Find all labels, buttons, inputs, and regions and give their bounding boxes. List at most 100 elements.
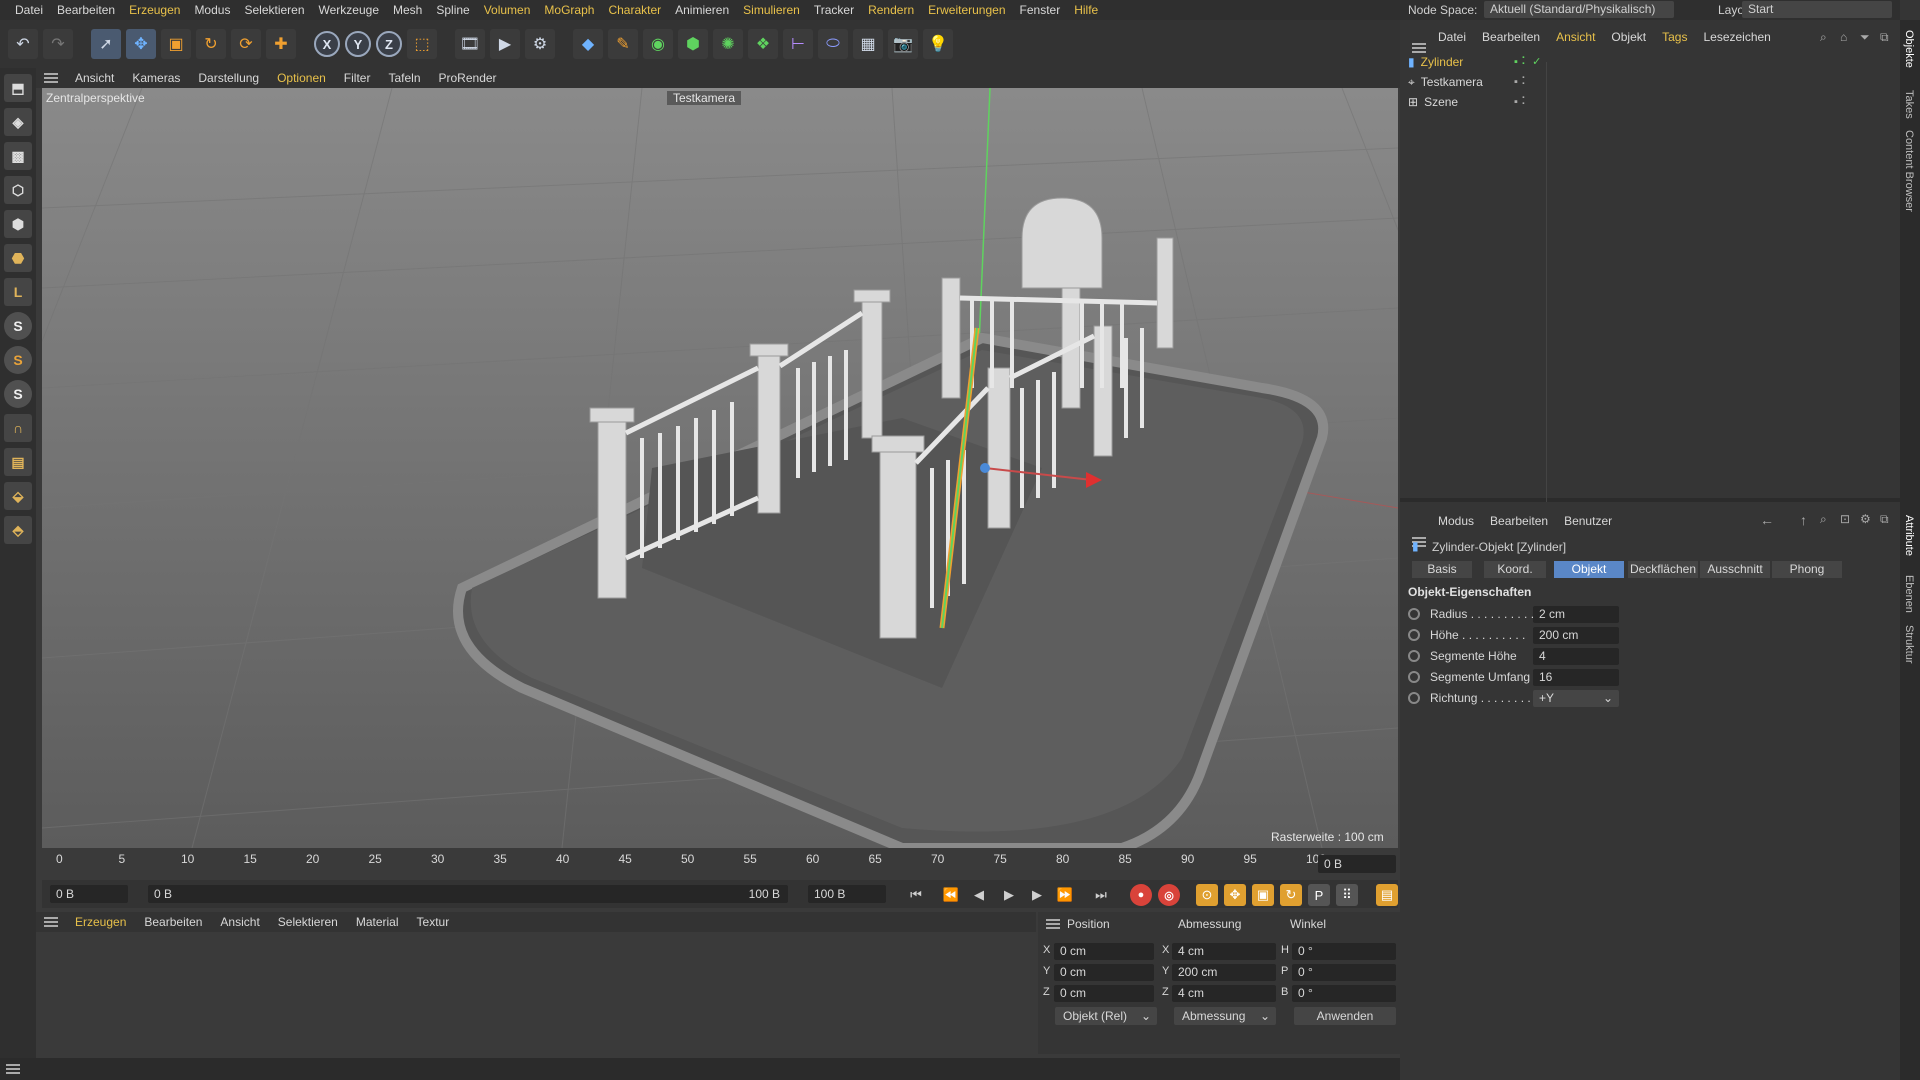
keyframe-selection-icon[interactable]: ⊙ [1196,884,1218,906]
size-z-field[interactable]: 4 cm [1172,985,1276,1002]
select-tool-icon[interactable]: ➚ [91,29,121,59]
rotate-tool-icon[interactable]: ↻ [196,29,226,59]
mat-menu-textur[interactable]: Textur [408,915,459,929]
vp-menu-filter[interactable]: Filter [335,71,380,85]
goto-end-icon[interactable]: ⏭ [1090,884,1112,906]
vp-menu-prorender[interactable]: ProRender [430,71,506,85]
material-menu-icon[interactable] [44,917,58,927]
axis-mode-icon[interactable]: L [4,278,32,306]
prev-frame-icon[interactable]: ◀ [968,884,990,906]
settings-icon[interactable]: ⚙ [1860,512,1871,526]
search-icon[interactable]: ⌕ [1820,30,1827,45]
obj-menu-objekt[interactable]: Objekt [1603,30,1654,44]
spline-icon[interactable]: ⬭ [818,29,848,59]
tab-koord[interactable]: Koord. [1484,561,1546,578]
menu-selektieren[interactable]: Selektieren [237,3,311,17]
pen-icon[interactable]: ✎ [608,29,638,59]
radius-field[interactable]: 2 cm [1533,606,1619,623]
node-space-dropdown[interactable]: Aktuell (Standard/Physikalisch) [1484,1,1674,18]
subdivision-icon[interactable]: ◉ [643,29,673,59]
polygon-mode-icon[interactable]: ⬣ [4,244,32,272]
deformer-icon[interactable]: ❖ [748,29,778,59]
cube-icon[interactable]: ◆ [573,29,603,59]
x-axis-lock-icon[interactable]: X [314,31,340,57]
autokey-icon[interactable]: ◎ [1158,884,1180,906]
menu-animieren[interactable]: Animieren [668,3,736,17]
solo-single-icon[interactable]: S [4,346,32,374]
orientation-anim-icon[interactable] [1408,692,1420,704]
coordinate-system-icon[interactable]: ⬚ [407,29,437,59]
menu-erweiterungen[interactable]: Erweiterungen [921,3,1012,17]
tab-basis[interactable]: Basis [1412,561,1472,578]
obj-menu-datei[interactable]: Datei [1430,30,1474,44]
filter-icon[interactable]: ⏷ [1860,30,1870,45]
menu-hilfe[interactable]: Hilfe [1067,3,1105,17]
back-arrow-icon[interactable]: ← [1760,512,1774,528]
render-view-icon[interactable]: ▶ [490,29,520,59]
menu-erzeugen[interactable]: Erzeugen [122,3,187,17]
play-icon[interactable]: ▶ [998,884,1020,906]
render-region-icon[interactable]: 🎞 [455,29,485,59]
cloner-icon[interactable]: ✺ [713,29,743,59]
material-area[interactable] [36,932,1036,1054]
light-icon[interactable]: 💡 [923,29,953,59]
orientation-dropdown[interactable]: +Y ⌄ [1533,690,1619,707]
height-anim-icon[interactable] [1408,629,1420,641]
attr-menu-bearbeiten[interactable]: Bearbeiten [1482,514,1556,528]
home-icon[interactable]: ⌂ [1840,30,1847,44]
mat-menu-bearbeiten[interactable]: Bearbeiten [135,915,211,929]
height-segments-field[interactable]: 4 [1533,648,1619,665]
menu-fenster[interactable]: Fenster [1013,3,1068,17]
point-mode-icon[interactable]: ⬡ [4,176,32,204]
size-mode-dropdown[interactable]: Abmessung ⌄ [1174,1007,1276,1025]
size-x-field[interactable]: 4 cm [1172,943,1276,960]
solo-hierarchy-icon[interactable]: S [4,380,32,408]
panel-divider[interactable] [1400,498,1900,502]
3d-viewport[interactable] [42,88,1398,848]
range-slider[interactable]: 0 B 100 B [148,885,788,903]
psr-tool-icon[interactable]: ⟳ [231,29,261,59]
menu-mograph[interactable]: MoGraph [537,3,601,17]
coord-menu-icon[interactable] [1046,919,1060,929]
menu-datei[interactable]: Datei [8,3,50,17]
sidetab-content-browser[interactable]: Content Browser [1903,130,1915,212]
mat-menu-ansicht[interactable]: Ansicht [211,915,268,929]
apply-button[interactable]: Anwenden [1294,1007,1396,1025]
search-icon[interactable]: ⌕ [1820,512,1827,527]
y-axis-lock-icon[interactable]: Y [345,31,371,57]
menu-spline[interactable]: Spline [429,3,476,17]
add-tool-icon[interactable]: ✚ [266,29,296,59]
obj-menu-tags[interactable]: Tags [1654,30,1695,44]
vp-menu-kameras[interactable]: Kameras [123,71,189,85]
magnet-icon[interactable]: ∩ [4,414,32,442]
menu-rendern[interactable]: Rendern [861,3,921,17]
key-position-icon[interactable]: ✥ [1224,884,1246,906]
pos-x-field[interactable]: 0 cm [1054,943,1154,960]
visibility-check-icon[interactable]: ▪ ⠅ ✓ [1514,55,1541,68]
rotation-segments-anim-icon[interactable] [1408,671,1420,683]
visibility-dots-icon[interactable]: ▪ ⠅ [1514,75,1529,88]
sidetab-ebenen[interactable]: Ebenen [1903,575,1915,613]
generator-icon[interactable]: ⬢ [678,29,708,59]
menu-simulieren[interactable]: Simulieren [736,3,807,17]
menu-werkzeuge[interactable]: Werkzeuge [312,3,386,17]
snap-icon[interactable]: ⬙ [4,482,32,510]
mat-menu-erzeugen[interactable]: Erzeugen [66,915,135,929]
mat-menu-selektieren[interactable]: Selektieren [269,915,347,929]
timeline-window-icon[interactable]: ▤ [1376,884,1398,906]
menu-modus[interactable]: Modus [187,3,237,17]
rot-h-field[interactable]: 0 ° [1292,943,1396,960]
tab-ausschnitt[interactable]: Ausschnitt [1700,561,1770,578]
height-field[interactable]: 200 cm [1533,627,1619,644]
up-arrow-icon[interactable]: ↑ [1800,512,1807,528]
vp-menu-ansicht[interactable]: Ansicht [66,71,123,85]
timeline-ruler[interactable]: 0 5 10 15 20 25 30 35 40 45 50 55 60 65 70 75 80 85 90 95 10… [42,848,1398,874]
key-scale-icon[interactable]: ▣ [1252,884,1274,906]
vp-menu-tafeln[interactable]: Tafeln [379,71,429,85]
tab-deckflaechen[interactable]: Deckflächen [1628,561,1698,578]
next-frame-icon[interactable]: ▶ [1026,884,1048,906]
field-icon[interactable]: ⊢ [783,29,813,59]
redo-icon[interactable]: ↷ [43,29,73,59]
undo-icon[interactable]: ↶ [8,29,38,59]
solo-off-icon[interactable]: S [4,312,32,340]
